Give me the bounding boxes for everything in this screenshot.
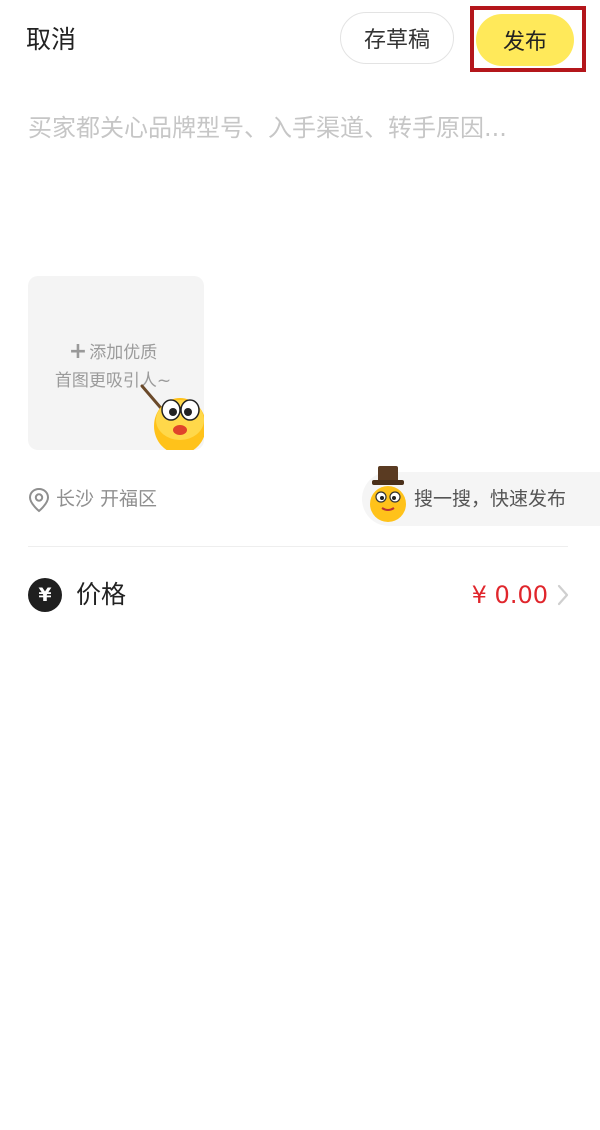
- mascot-pointer-icon: [140, 384, 204, 450]
- chevron-right-icon[interactable]: [556, 583, 570, 607]
- save-draft-button[interactable]: 存草稿: [340, 12, 454, 64]
- location-pin-icon: [28, 487, 50, 513]
- location-text[interactable]: 长沙 开福区: [56, 484, 157, 514]
- price-label: 价格: [76, 580, 127, 609]
- add-image-line1: 添加优质: [89, 343, 158, 363]
- price-value[interactable]: ¥ 0.00: [472, 576, 548, 614]
- save-draft-label: 存草稿: [363, 28, 430, 53]
- publish-page: 取消 存草稿 发布 买家都关心品牌型号、入手渠道、转手原因... + 添加优质 首…: [0, 0, 600, 1130]
- mascot-hat-icon: [370, 466, 406, 522]
- plus-icon: +: [68, 339, 88, 364]
- divider: [28, 546, 568, 547]
- publish-highlight-box: [470, 6, 586, 72]
- cancel-button[interactable]: 取消: [26, 20, 76, 60]
- quick-publish-search-chip[interactable]: 搜一搜，快速发布: [362, 466, 600, 526]
- add-image-tile[interactable]: + 添加优质 首图更吸引人~: [28, 276, 204, 450]
- yen-icon: ¥: [28, 578, 62, 612]
- quick-publish-text: 搜一搜，快速发布: [414, 488, 567, 510]
- description-input[interactable]: 买家都关心品牌型号、入手渠道、转手原因...: [28, 110, 568, 146]
